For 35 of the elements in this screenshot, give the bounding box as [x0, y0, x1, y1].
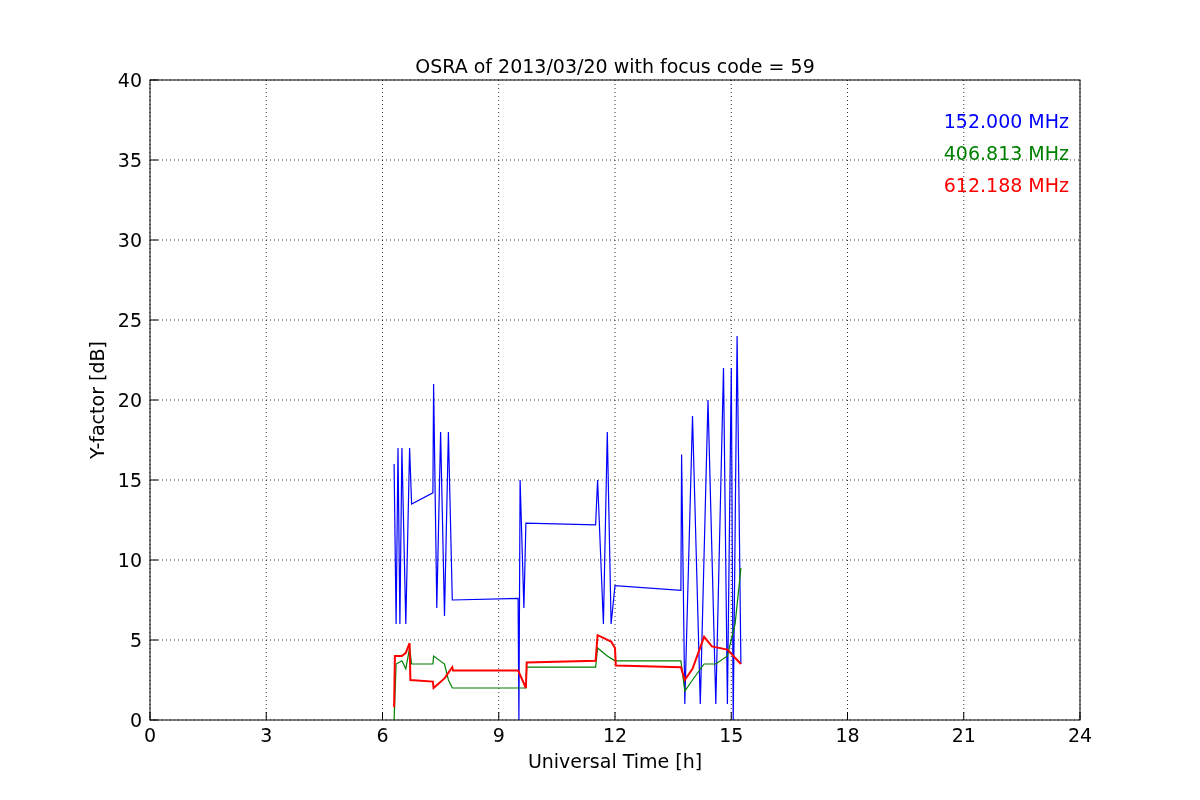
x-tick-label: 24	[1067, 724, 1093, 746]
y-tick-label: 5	[129, 629, 142, 651]
y-tick-label: 15	[117, 469, 142, 491]
x-tick	[614, 711, 616, 721]
y-tick-label: 30	[117, 229, 142, 251]
x-tick-label: 6	[376, 724, 389, 746]
x-tick	[149, 711, 151, 721]
x-tick-label: 21	[951, 724, 976, 746]
y-tick-label: 40	[117, 69, 142, 91]
x-tick-label: 12	[602, 724, 628, 746]
x-tick-label: 0	[143, 724, 157, 746]
x-tick	[1079, 711, 1081, 721]
x-tick	[730, 711, 732, 721]
y-tick	[149, 79, 159, 81]
x-axis-label: Universal Time [h]	[527, 750, 703, 772]
x-tick	[265, 711, 267, 721]
x-tick-label: 15	[719, 724, 744, 746]
x-tick	[847, 711, 848, 721]
legend-label: 406.813 MHz	[943, 142, 1069, 164]
x-tick-label: 18	[835, 724, 860, 746]
x-tick	[498, 711, 500, 721]
y-tick	[149, 719, 159, 721]
x-tick	[963, 711, 965, 721]
x-tick-label: 3	[260, 724, 273, 746]
legend-label: 152.000 MHz	[943, 110, 1069, 132]
x-tick-label: 9	[492, 724, 505, 746]
x-tick	[382, 711, 383, 721]
legend-label: 612.188 MHz	[943, 174, 1069, 196]
y-tick-label: 35	[117, 149, 142, 171]
y-axis-label: Y-factor [dB]	[86, 341, 108, 459]
y-tick-label: 20	[117, 389, 142, 411]
chart-title: OSRA of 2013/03/20 with focus code = 59	[415, 55, 815, 77]
y-tick-label: 25	[117, 309, 142, 331]
y-tick-label: 10	[117, 549, 142, 571]
y-tick-label: 0	[129, 709, 142, 731]
